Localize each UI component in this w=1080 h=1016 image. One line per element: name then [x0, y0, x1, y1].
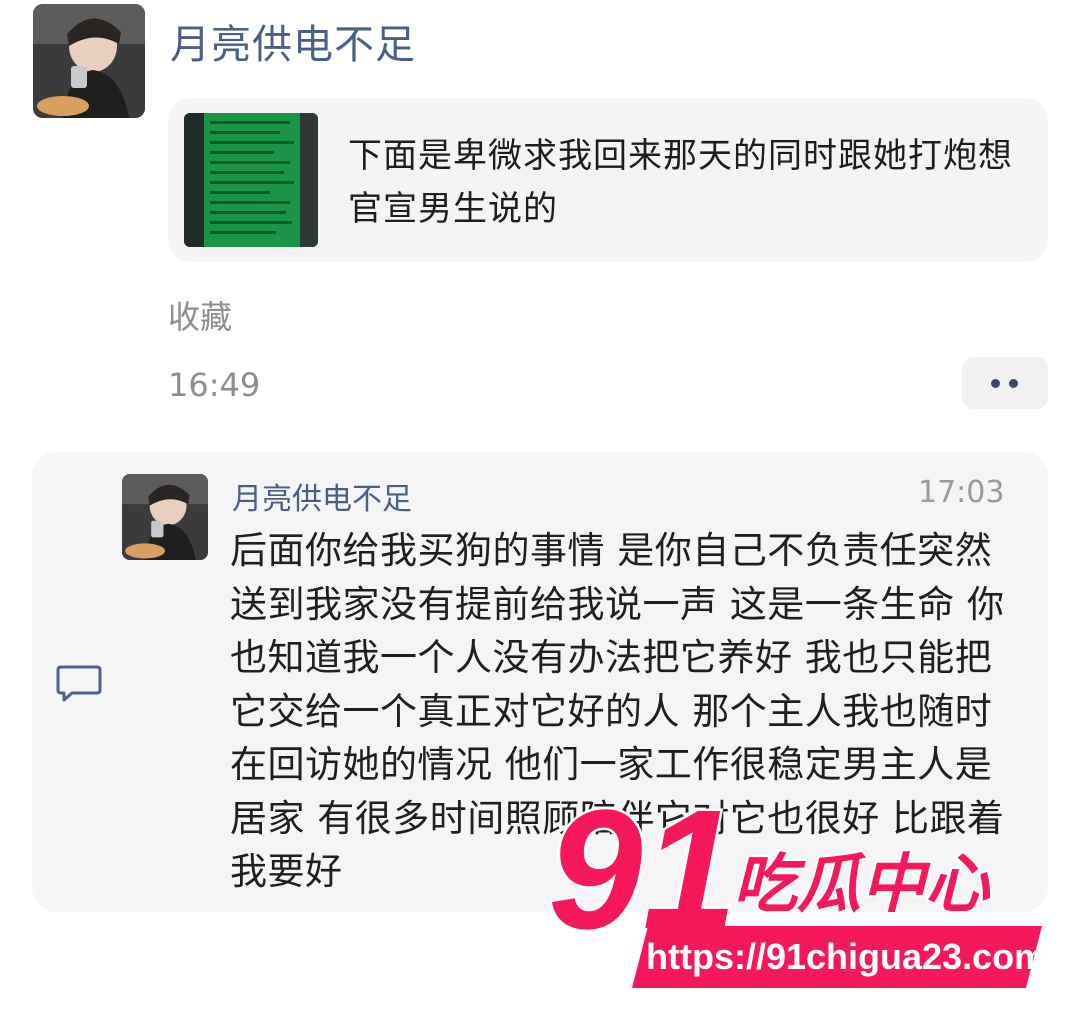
watermark-logo: 91 吃瓜中心 https://91chigua23.com — [548, 778, 1046, 988]
quote-sender-avatar[interactable] — [122, 474, 208, 560]
more-dots-icon-dot — [1009, 379, 1018, 388]
more-dots-icon — [991, 379, 1000, 388]
watermark-title: 吃瓜中心 — [733, 848, 991, 922]
watermark-url: https://91chigua23.com — [646, 936, 1046, 977]
message-time: 16:49 — [168, 366, 261, 404]
quote-sender-name[interactable]: 月亮供电不足 — [232, 474, 412, 518]
avatar-image — [33, 4, 145, 118]
source-label: 收藏 — [168, 298, 233, 336]
quote-time: 17:03 — [918, 475, 1005, 510]
chat-log-thumbnail[interactable] — [184, 113, 318, 247]
sender-avatar[interactable] — [33, 4, 145, 118]
sender-name[interactable]: 月亮供电不足 — [170, 12, 416, 70]
chat-log-screenshot-thumbnail-icon — [184, 113, 318, 247]
avatar-image — [122, 474, 208, 560]
card-text: 下面是卑微求我回来那天的同时跟她打炮想官宣男生说的 — [348, 136, 1013, 229]
more-button[interactable] — [962, 357, 1048, 409]
comment-icon[interactable] — [56, 664, 102, 702]
